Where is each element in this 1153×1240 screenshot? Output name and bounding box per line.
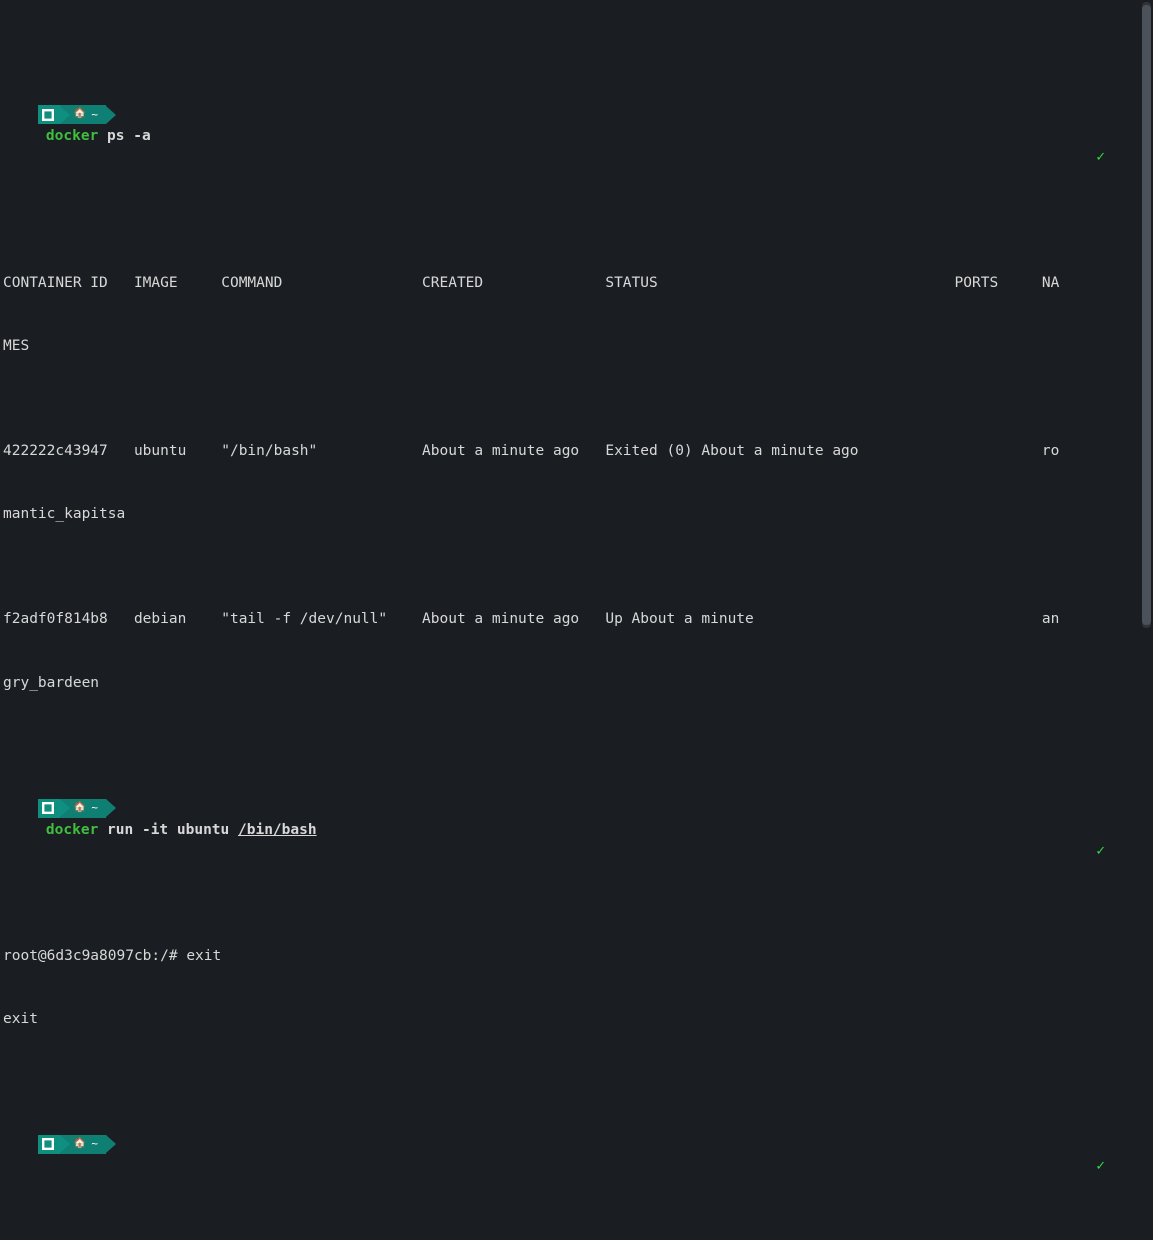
powerline-arrow-icon	[60, 1135, 70, 1153]
powerline-arrow-icon	[106, 799, 116, 817]
command-text: docker ps -a	[38, 128, 151, 144]
cmd-args-path: /bin/bash	[238, 822, 317, 838]
shell-text: root@6d3c9a8097cb:/# exit	[3, 948, 221, 964]
distro-logo-icon	[38, 105, 60, 124]
prompt-badge: 🏠 ~	[38, 105, 116, 124]
table-row-cont: gry_bardeen	[3, 673, 1153, 694]
tilde: ~	[91, 800, 98, 816]
table-row: f2adf0f814b8 debian "tail -f /dev/null" …	[3, 609, 1153, 630]
distro-logo-icon	[38, 799, 60, 818]
scrollbar-track[interactable]	[1142, 2, 1151, 628]
prompt-line-3[interactable]: 🏠 ~ ✓	[3, 1114, 1153, 1198]
distro-logo-icon	[38, 1135, 60, 1154]
table-header-row: CONTAINER ID IMAGE COMMAND CREATED STATU…	[3, 273, 1153, 294]
cmd-program: docker	[46, 822, 98, 838]
status-check-icon: ✓	[1096, 147, 1105, 168]
tilde: ~	[91, 107, 98, 123]
powerline-arrow-icon	[106, 1135, 116, 1153]
powerline-arrow-icon	[60, 799, 70, 817]
row-text: gry_bardeen	[3, 675, 99, 691]
tilde: ~	[91, 1136, 98, 1152]
powerline-arrow-icon	[106, 106, 116, 124]
prompt-badge: 🏠 ~	[38, 1135, 116, 1154]
powerline-arrow-icon	[60, 106, 70, 124]
prompt-line-2: 🏠 ~ docker run -it ubuntu /bin/bash ✓	[3, 778, 1153, 883]
home-icon: 🏠	[74, 107, 86, 122]
prompt-line-1: 🏠 ~ docker ps -a ✓	[3, 84, 1153, 189]
row-text: 422222c43947 ubuntu "/bin/bash" About a …	[3, 443, 1059, 459]
terminal-output-area[interactable]: 🏠 ~ docker ps -a ✓ CONTAINER ID IMAGE CO…	[0, 0, 1153, 1240]
table-header-row-cont: MES	[3, 336, 1153, 357]
cmd-args: ps -a	[98, 128, 150, 144]
header-text: MES	[3, 338, 29, 354]
table-row-cont: mantic_kapitsa	[3, 504, 1153, 525]
row-text: f2adf0f814b8 debian "tail -f /dev/null" …	[3, 611, 1059, 627]
row-text: mantic_kapitsa	[3, 506, 125, 522]
exit-line: exit	[3, 1009, 1153, 1030]
command-text: docker run -it ubuntu /bin/bash	[38, 822, 317, 838]
scrollbar-thumb[interactable]	[1142, 5, 1151, 625]
prompt-badge: 🏠 ~	[38, 799, 116, 818]
status-check-icon: ✓	[1096, 1156, 1105, 1177]
cmd-args: run -it ubuntu	[98, 822, 238, 838]
home-icon: 🏠	[74, 1137, 86, 1152]
table-row: 422222c43947 ubuntu "/bin/bash" About a …	[3, 441, 1153, 462]
header-text: CONTAINER ID IMAGE COMMAND CREATED STATU…	[3, 275, 1059, 291]
home-icon: 🏠	[74, 801, 86, 816]
status-check-icon: ✓	[1096, 841, 1105, 862]
shell-text: exit	[3, 1011, 38, 1027]
container-shell-line: root@6d3c9a8097cb:/# exit	[3, 946, 1153, 967]
cmd-program: docker	[46, 128, 98, 144]
